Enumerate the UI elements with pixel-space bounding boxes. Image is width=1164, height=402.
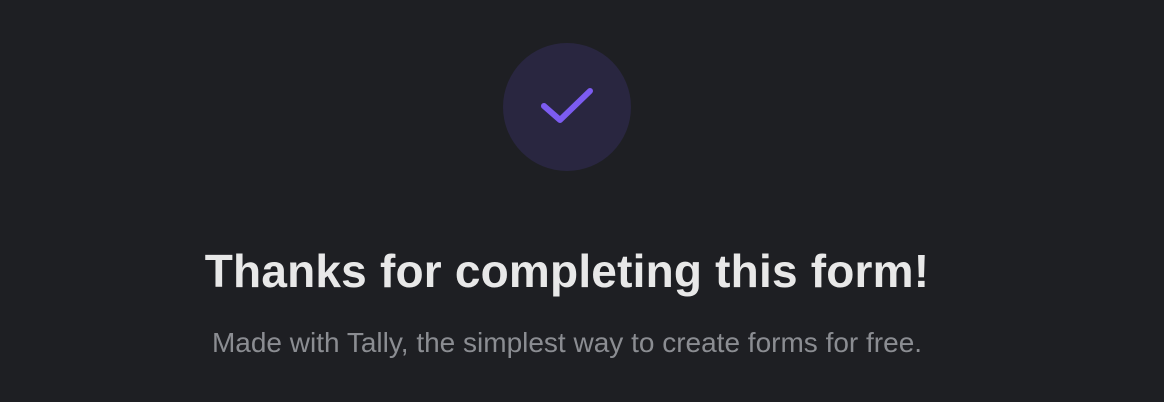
checkmark-icon <box>540 87 594 127</box>
success-page: Thanks for completing this form! Made wi… <box>0 0 1164 402</box>
success-badge <box>503 43 631 171</box>
page-title: Thanks for completing this form! <box>204 245 930 297</box>
page-subtitle: Made with Tally, the simplest way to cre… <box>211 327 923 358</box>
